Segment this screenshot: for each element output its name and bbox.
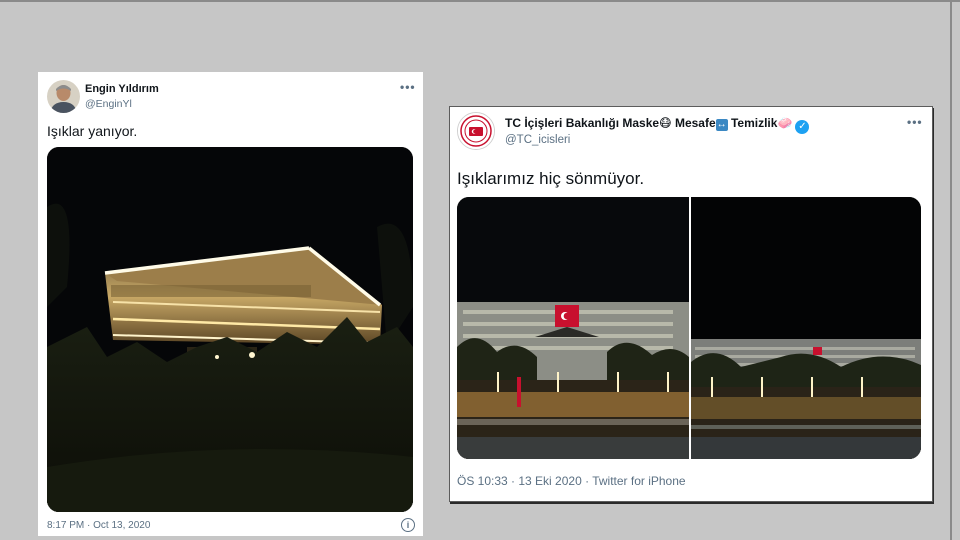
display-name-mask: Maske bbox=[622, 116, 660, 130]
tweet-photo-building-night[interactable] bbox=[47, 147, 413, 512]
more-options-icon[interactable]: ••• bbox=[907, 115, 923, 129]
tweet-text: Işıklarımız hiç sönmüyor. bbox=[457, 169, 645, 188]
display-name-distance: Mesafe bbox=[674, 116, 716, 130]
display-name-cleanliness: Temizlik bbox=[730, 116, 778, 130]
handle[interactable]: @EnginYl bbox=[85, 98, 132, 110]
timestamp[interactable]: ÖS 10:33 · 13 Eki 2020 · Twitter for iPh… bbox=[457, 474, 686, 488]
info-icon[interactable]: i bbox=[401, 518, 415, 532]
frame-right-line bbox=[950, 0, 952, 540]
tweet-card-engin[interactable]: Engin Yıldırım @EnginYl ••• Işıklar yanı… bbox=[38, 72, 423, 536]
tweet-photo-ministry-flag[interactable] bbox=[457, 197, 689, 459]
avatar[interactable] bbox=[457, 112, 495, 150]
mask-emoji-icon: 😷 bbox=[659, 116, 672, 130]
frame-top-line bbox=[0, 0, 960, 2]
verified-badge-icon: ✓ bbox=[795, 120, 810, 134]
handle[interactable]: @TC_icisleri bbox=[505, 134, 570, 146]
display-name[interactable]: TC İçişleri Bakanlığı Maske😷 Mesafe↔ Tem… bbox=[505, 116, 810, 134]
timestamp[interactable]: 8:17 PM · Oct 13, 2020 bbox=[47, 520, 150, 531]
soap-emoji-icon: 🧼 bbox=[777, 116, 793, 130]
tweet-photo-ministry-wide[interactable] bbox=[691, 197, 921, 459]
left-right-arrow-icon: ↔ bbox=[715, 119, 728, 131]
display-name-account: TC İçişleri Bakanlığı bbox=[505, 116, 620, 130]
tweet-card-icisleri[interactable]: TC İçişleri Bakanlığı Maske😷 Mesafe↔ Tem… bbox=[449, 106, 933, 502]
display-name[interactable]: Engin Yıldırım bbox=[85, 83, 159, 95]
more-options-icon[interactable]: ••• bbox=[400, 80, 416, 94]
tweet-text: Işıklar yanıyor. bbox=[47, 123, 138, 139]
avatar[interactable] bbox=[47, 80, 80, 113]
